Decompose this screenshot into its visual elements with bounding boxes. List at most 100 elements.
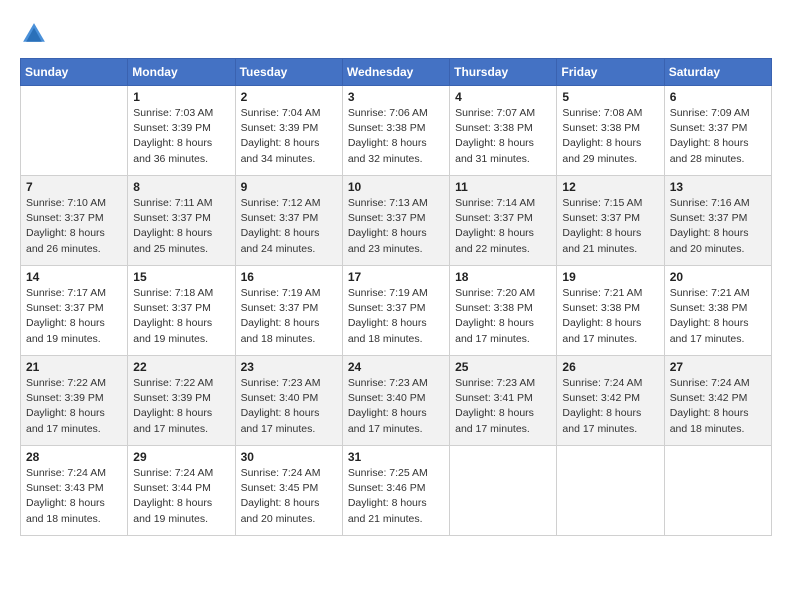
header-cell-thursday: Thursday xyxy=(450,59,557,86)
day-number: 20 xyxy=(670,270,766,284)
day-number: 3 xyxy=(348,90,444,104)
day-number: 23 xyxy=(241,360,337,374)
day-info: Sunrise: 7:24 AM Sunset: 3:45 PM Dayligh… xyxy=(241,466,337,527)
day-number: 10 xyxy=(348,180,444,194)
day-number: 28 xyxy=(26,450,122,464)
day-number: 26 xyxy=(562,360,658,374)
day-cell: 17 Sunrise: 7:19 AM Sunset: 3:37 PM Dayli… xyxy=(342,266,449,356)
day-cell: 28 Sunrise: 7:24 AM Sunset: 3:43 PM Dayli… xyxy=(21,446,128,536)
day-cell xyxy=(450,446,557,536)
day-number: 25 xyxy=(455,360,551,374)
day-cell: 20 Sunrise: 7:21 AM Sunset: 3:38 PM Dayli… xyxy=(664,266,771,356)
day-info: Sunrise: 7:03 AM Sunset: 3:39 PM Dayligh… xyxy=(133,106,229,167)
day-cell: 9 Sunrise: 7:12 AM Sunset: 3:37 PM Daylig… xyxy=(235,176,342,266)
week-row-1: 1 Sunrise: 7:03 AM Sunset: 3:39 PM Daylig… xyxy=(21,86,772,176)
day-cell: 29 Sunrise: 7:24 AM Sunset: 3:44 PM Dayli… xyxy=(128,446,235,536)
day-info: Sunrise: 7:11 AM Sunset: 3:37 PM Dayligh… xyxy=(133,196,229,257)
day-cell: 8 Sunrise: 7:11 AM Sunset: 3:37 PM Daylig… xyxy=(128,176,235,266)
header-cell-sunday: Sunday xyxy=(21,59,128,86)
header-cell-wednesday: Wednesday xyxy=(342,59,449,86)
day-info: Sunrise: 7:16 AM Sunset: 3:37 PM Dayligh… xyxy=(670,196,766,257)
day-info: Sunrise: 7:23 AM Sunset: 3:40 PM Dayligh… xyxy=(348,376,444,437)
day-info: Sunrise: 7:18 AM Sunset: 3:37 PM Dayligh… xyxy=(133,286,229,347)
day-number: 11 xyxy=(455,180,551,194)
day-info: Sunrise: 7:25 AM Sunset: 3:46 PM Dayligh… xyxy=(348,466,444,527)
day-info: Sunrise: 7:24 AM Sunset: 3:43 PM Dayligh… xyxy=(26,466,122,527)
day-number: 1 xyxy=(133,90,229,104)
day-number: 18 xyxy=(455,270,551,284)
page-header xyxy=(20,20,772,48)
day-number: 29 xyxy=(133,450,229,464)
header-cell-tuesday: Tuesday xyxy=(235,59,342,86)
day-info: Sunrise: 7:24 AM Sunset: 3:42 PM Dayligh… xyxy=(562,376,658,437)
day-number: 13 xyxy=(670,180,766,194)
day-cell: 26 Sunrise: 7:24 AM Sunset: 3:42 PM Dayli… xyxy=(557,356,664,446)
day-cell: 18 Sunrise: 7:20 AM Sunset: 3:38 PM Dayli… xyxy=(450,266,557,356)
week-row-3: 14 Sunrise: 7:17 AM Sunset: 3:37 PM Dayli… xyxy=(21,266,772,356)
day-cell: 25 Sunrise: 7:23 AM Sunset: 3:41 PM Dayli… xyxy=(450,356,557,446)
day-cell: 3 Sunrise: 7:06 AM Sunset: 3:38 PM Daylig… xyxy=(342,86,449,176)
header-row: SundayMondayTuesdayWednesdayThursdayFrid… xyxy=(21,59,772,86)
day-info: Sunrise: 7:19 AM Sunset: 3:37 PM Dayligh… xyxy=(241,286,337,347)
day-info: Sunrise: 7:12 AM Sunset: 3:37 PM Dayligh… xyxy=(241,196,337,257)
day-number: 6 xyxy=(670,90,766,104)
day-number: 9 xyxy=(241,180,337,194)
day-number: 17 xyxy=(348,270,444,284)
week-row-2: 7Sunrise: 7:10 AM Sunset: 3:37 PM Daylig… xyxy=(21,176,772,266)
logo-icon xyxy=(20,20,48,48)
day-info: Sunrise: 7:21 AM Sunset: 3:38 PM Dayligh… xyxy=(562,286,658,347)
day-cell: 12 Sunrise: 7:15 AM Sunset: 3:37 PM Dayli… xyxy=(557,176,664,266)
day-cell: 14 Sunrise: 7:17 AM Sunset: 3:37 PM Dayli… xyxy=(21,266,128,356)
day-cell: 23Sunrise: 7:23 AM Sunset: 3:40 PM Dayli… xyxy=(235,356,342,446)
day-info: Sunrise: 7:07 AM Sunset: 3:38 PM Dayligh… xyxy=(455,106,551,167)
day-info: Sunrise: 7:17 AM Sunset: 3:37 PM Dayligh… xyxy=(26,286,122,347)
day-cell: 6 Sunrise: 7:09 AM Sunset: 3:37 PM Daylig… xyxy=(664,86,771,176)
day-cell: 22 Sunrise: 7:22 AM Sunset: 3:39 PM Dayli… xyxy=(128,356,235,446)
day-number: 22 xyxy=(133,360,229,374)
week-row-5: 28 Sunrise: 7:24 AM Sunset: 3:43 PM Dayli… xyxy=(21,446,772,536)
day-cell: 1 Sunrise: 7:03 AM Sunset: 3:39 PM Daylig… xyxy=(128,86,235,176)
day-info: Sunrise: 7:23 AM Sunset: 3:41 PM Dayligh… xyxy=(455,376,551,437)
day-info: Sunrise: 7:21 AM Sunset: 3:38 PM Dayligh… xyxy=(670,286,766,347)
day-info: Sunrise: 7:13 AM Sunset: 3:37 PM Dayligh… xyxy=(348,196,444,257)
day-info: Sunrise: 7:22 AM Sunset: 3:39 PM Dayligh… xyxy=(133,376,229,437)
day-number: 15 xyxy=(133,270,229,284)
day-cell: 4 Sunrise: 7:07 AM Sunset: 3:38 PM Daylig… xyxy=(450,86,557,176)
day-number: 12 xyxy=(562,180,658,194)
day-info: Sunrise: 7:04 AM Sunset: 3:39 PM Dayligh… xyxy=(241,106,337,167)
day-info: Sunrise: 7:24 AM Sunset: 3:42 PM Dayligh… xyxy=(670,376,766,437)
week-row-4: 21 Sunrise: 7:22 AM Sunset: 3:39 PM Dayli… xyxy=(21,356,772,446)
day-number: 8 xyxy=(133,180,229,194)
header-cell-friday: Friday xyxy=(557,59,664,86)
day-cell: 5 Sunrise: 7:08 AM Sunset: 3:38 PM Daylig… xyxy=(557,86,664,176)
day-number: 16 xyxy=(241,270,337,284)
day-cell: 30 Sunrise: 7:24 AM Sunset: 3:45 PM Dayli… xyxy=(235,446,342,536)
day-cell: 27Sunrise: 7:24 AM Sunset: 3:42 PM Dayli… xyxy=(664,356,771,446)
calendar-header: SundayMondayTuesdayWednesdayThursdayFrid… xyxy=(21,59,772,86)
day-info: Sunrise: 7:22 AM Sunset: 3:39 PM Dayligh… xyxy=(26,376,122,437)
calendar-table: SundayMondayTuesdayWednesdayThursdayFrid… xyxy=(20,58,772,536)
day-number: 14 xyxy=(26,270,122,284)
day-cell xyxy=(21,86,128,176)
day-cell xyxy=(557,446,664,536)
day-cell: 11 Sunrise: 7:14 AM Sunset: 3:37 PM Dayli… xyxy=(450,176,557,266)
header-cell-saturday: Saturday xyxy=(664,59,771,86)
day-cell: 13 Sunrise: 7:16 AM Sunset: 3:37 PM Dayli… xyxy=(664,176,771,266)
day-info: Sunrise: 7:06 AM Sunset: 3:38 PM Dayligh… xyxy=(348,106,444,167)
day-cell: 19Sunrise: 7:21 AM Sunset: 3:38 PM Dayli… xyxy=(557,266,664,356)
day-info: Sunrise: 7:15 AM Sunset: 3:37 PM Dayligh… xyxy=(562,196,658,257)
day-number: 21 xyxy=(26,360,122,374)
day-cell: 7Sunrise: 7:10 AM Sunset: 3:37 PM Daylig… xyxy=(21,176,128,266)
day-info: Sunrise: 7:08 AM Sunset: 3:38 PM Dayligh… xyxy=(562,106,658,167)
day-number: 4 xyxy=(455,90,551,104)
day-cell: 24Sunrise: 7:23 AM Sunset: 3:40 PM Dayli… xyxy=(342,356,449,446)
day-info: Sunrise: 7:20 AM Sunset: 3:38 PM Dayligh… xyxy=(455,286,551,347)
header-cell-monday: Monday xyxy=(128,59,235,86)
calendar-body: 1 Sunrise: 7:03 AM Sunset: 3:39 PM Daylig… xyxy=(21,86,772,536)
day-number: 5 xyxy=(562,90,658,104)
day-info: Sunrise: 7:09 AM Sunset: 3:37 PM Dayligh… xyxy=(670,106,766,167)
day-info: Sunrise: 7:14 AM Sunset: 3:37 PM Dayligh… xyxy=(455,196,551,257)
day-info: Sunrise: 7:19 AM Sunset: 3:37 PM Dayligh… xyxy=(348,286,444,347)
day-number: 30 xyxy=(241,450,337,464)
day-info: Sunrise: 7:24 AM Sunset: 3:44 PM Dayligh… xyxy=(133,466,229,527)
